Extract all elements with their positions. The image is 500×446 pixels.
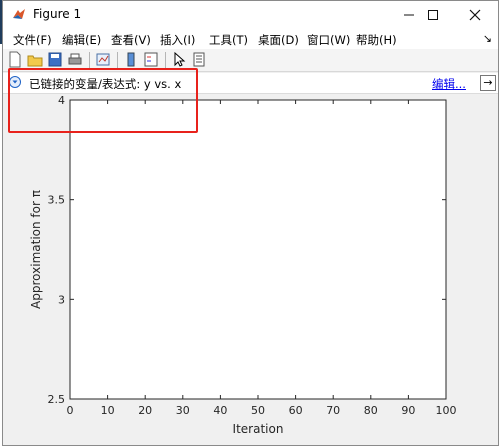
plot-canvas: 0 10 20 30 40 50 60 70 80 90 100 2.533.54 Iteratio… — [29, 94, 457, 436]
x-tick-label: 30 — [176, 404, 190, 417]
y-tick-label: 3.5 — [48, 194, 66, 207]
x-tick-label: 80 — [364, 404, 378, 417]
x-axis-label: Iteration — [233, 422, 284, 436]
x-tick-label: 40 — [213, 404, 227, 417]
x-tick-label: 60 — [289, 404, 303, 417]
x-tick-label: 70 — [326, 404, 340, 417]
y-tick-label: 3 — [58, 293, 65, 306]
x-tick-label: 90 — [401, 404, 415, 417]
x-tick-label: 100 — [436, 404, 457, 417]
x-tick-label: 20 — [138, 404, 152, 417]
x-tick-label: 0 — [67, 404, 74, 417]
annotation-highlight-box — [8, 68, 198, 133]
y-tick-label: 2.5 — [48, 393, 66, 406]
x-tick-label: 10 — [101, 404, 115, 417]
axes-box[interactable] — [69, 99, 447, 400]
y-axis-label: Approximation for π — [29, 190, 43, 309]
x-tick-label: 50 — [251, 404, 265, 417]
